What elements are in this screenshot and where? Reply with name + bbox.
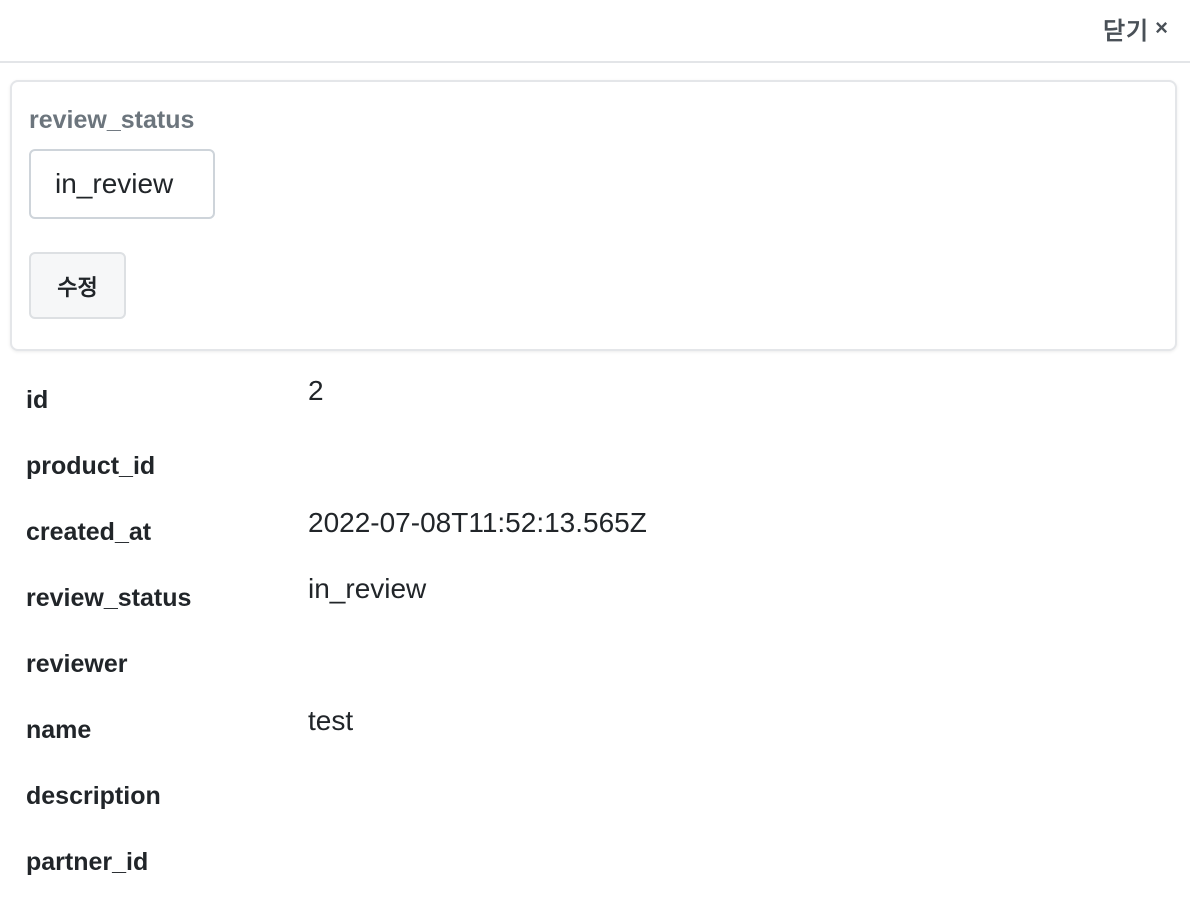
close-icon: × <box>1155 15 1168 40</box>
detail-row: product_id <box>0 432 1190 498</box>
detail-list: id 2 product_id created_at 2022-07-08T11… <box>0 366 1190 894</box>
detail-row: name test <box>0 696 1190 762</box>
detail-key: description <box>26 782 161 810</box>
detail-value: test <box>308 705 354 736</box>
close-button-label: 닫기 <box>1102 17 1150 45</box>
review-status-field-label: review_status <box>29 106 195 134</box>
detail-key: reviewer <box>26 650 128 678</box>
detail-row: id 2 <box>0 366 1190 432</box>
top-bar: 닫기 × <box>0 0 1190 63</box>
close-button[interactable]: 닫기 × <box>1102 12 1168 45</box>
detail-key: id <box>26 386 49 414</box>
detail-key: review_status <box>26 584 192 612</box>
detail-key: product_id <box>26 452 156 480</box>
detail-key: partner_id <box>26 848 149 876</box>
detail-row: description <box>0 762 1190 828</box>
detail-value: in_review <box>308 573 427 604</box>
detail-key: name <box>26 716 92 744</box>
detail-key: created_at <box>26 518 152 546</box>
detail-value: 2 <box>308 375 324 406</box>
update-button[interactable]: 수정 <box>29 252 126 319</box>
detail-row: partner_id <box>0 828 1190 894</box>
detail-row: review_status in_review <box>0 564 1190 630</box>
edit-form-card: review_status 수정 <box>10 80 1177 351</box>
detail-value: 2022-07-08T11:52:13.565Z <box>308 507 647 538</box>
review-status-input[interactable] <box>29 149 215 219</box>
detail-row: created_at 2022-07-08T11:52:13.565Z <box>0 498 1190 564</box>
detail-row: reviewer <box>0 630 1190 696</box>
